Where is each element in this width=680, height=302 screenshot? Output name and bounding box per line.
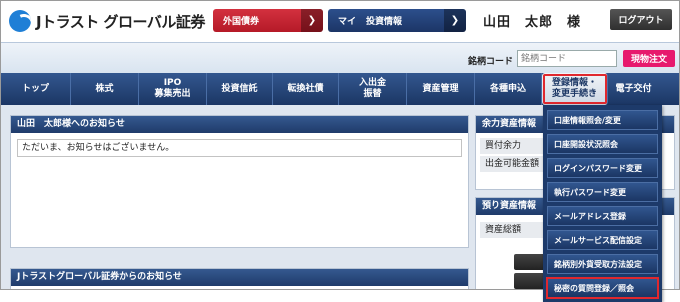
- nav-item-convertible-bonds[interactable]: 転換社債: [273, 73, 339, 105]
- nav-item-investment-trusts[interactable]: 投資信託: [207, 73, 273, 105]
- stock-code-label: 銘柄コード: [468, 57, 514, 67]
- chevron-right-icon: ❯: [444, 9, 466, 32]
- spot-order-button[interactable]: 現物注文: [623, 50, 675, 67]
- investment-info-label: 投資情報: [366, 17, 403, 27]
- menu-item-login-password[interactable]: ログインパスワード変更: [547, 158, 658, 178]
- logo-icon: [9, 10, 31, 32]
- menu-item-mail-service[interactable]: メールサービス配信設定: [547, 230, 658, 250]
- main-nav: トップ 株式 IPO 募集売出 投資信託 転換社債 入出金 振替 資産管理 各種…: [1, 73, 679, 105]
- foreign-bonds-button[interactable]: 外国債券 ❯: [213, 9, 323, 32]
- header: Jトラスト グローバル証券 外国債券 ❯ マイページ ❯ 投資情報 ❯ 山田 太…: [1, 1, 679, 42]
- menu-item-email-registration[interactable]: メールアドレス登録: [547, 206, 658, 226]
- company-notice-panel: Jトラストグローバル証券からのお知らせ: [10, 268, 469, 289]
- notice-message: ただいま、お知らせはございません。: [17, 139, 462, 157]
- nav-item-registration-info[interactable]: 登録情報・ 変更手続き: [542, 73, 608, 105]
- stock-code-input[interactable]: [517, 50, 617, 67]
- menu-item-account-opening-status[interactable]: 口座開設状況照会: [547, 134, 658, 154]
- logo-text: Jトラスト グローバル証券: [36, 12, 205, 31]
- investment-info-button[interactable]: 投資情報 ❯: [356, 9, 466, 32]
- chevron-right-icon: ❯: [301, 9, 323, 32]
- menu-item-execution-password[interactable]: 執行パスワード変更: [547, 182, 658, 202]
- nav-item-asset-management[interactable]: 資産管理: [407, 73, 475, 105]
- nav-item-top[interactable]: トップ: [1, 73, 71, 105]
- nav-item-ipo[interactable]: IPO 募集売出: [139, 73, 207, 105]
- menu-item-account-info[interactable]: 口座情報照会/変更: [547, 110, 658, 130]
- nav-item-applications[interactable]: 各種申込: [475, 73, 542, 105]
- user-name: 山田 太郎 様: [483, 15, 582, 30]
- menu-item-secret-question[interactable]: 秘密の質問登録／照会: [546, 277, 659, 299]
- company-logo[interactable]: Jトラスト グローバル証券: [9, 10, 205, 32]
- notice-panel-title: 山田 太郎様へのお知らせ: [11, 116, 468, 133]
- nav-item-stocks[interactable]: 株式: [71, 73, 139, 105]
- registration-dropdown-menu: 口座情報照会/変更 口座開設状況照会 ログインパスワード変更 執行パスワード変更…: [543, 105, 662, 302]
- foreign-bonds-label: 外国債券: [223, 17, 260, 27]
- logout-button[interactable]: ログアウト: [610, 9, 672, 30]
- company-notice-title: Jトラストグローバル証券からのお知らせ: [11, 269, 468, 286]
- nav-item-e-delivery[interactable]: 電子交付: [608, 73, 659, 105]
- notice-panel: 山田 太郎様へのお知らせ ただいま、お知らせはございません。: [10, 115, 469, 248]
- nav-item-deposit-withdrawal[interactable]: 入出金 振替: [339, 73, 407, 105]
- menu-item-foreign-currency-settings[interactable]: 銘柄別外貨受取方法設定: [547, 254, 658, 274]
- search-bar: 銘柄コード 現物注文: [1, 42, 679, 73]
